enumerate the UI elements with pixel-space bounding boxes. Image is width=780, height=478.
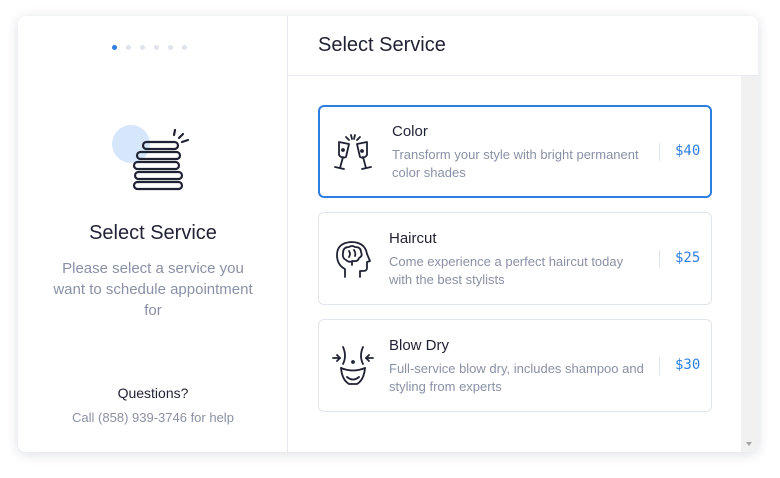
step-dot xyxy=(140,45,145,50)
price-divider xyxy=(659,357,660,375)
sidebar-title: Select Service xyxy=(89,222,217,244)
service-price: $40 xyxy=(675,143,701,159)
step-dot xyxy=(126,45,131,50)
help-phone-text: Call (858) 939-3746 for help xyxy=(72,410,234,425)
service-name: Color xyxy=(392,123,428,140)
service-panel: Select Service Color Transform your styl… xyxy=(288,16,758,452)
step-dot xyxy=(168,45,173,50)
page-title: Select Service xyxy=(318,34,446,56)
service-description: Full-service blow dry, includes shampoo … xyxy=(389,361,644,394)
booking-widget: Select Service Please select a service y… xyxy=(18,16,758,452)
waist-slim-icon xyxy=(332,346,374,385)
sidebar-description: Please select a service you want to sche… xyxy=(53,260,253,319)
champagne-glasses-icon xyxy=(334,134,372,170)
step-sidebar: Select Service Please select a service y… xyxy=(18,16,288,452)
head-brain-icon xyxy=(336,241,371,278)
service-option-blow-dry[interactable]: Blow Dry Full-service blow dry, includes… xyxy=(318,319,712,412)
step-dot xyxy=(154,45,159,50)
step-dot xyxy=(112,45,117,50)
service-name: Haircut xyxy=(389,230,437,247)
service-price: $30 xyxy=(675,357,701,373)
service-name: Blow Dry xyxy=(389,337,450,354)
scroll-down-arrow-icon[interactable] xyxy=(746,442,752,446)
service-option-haircut[interactable]: Haircut Come experience a perfect haircu… xyxy=(318,212,712,305)
price-divider xyxy=(659,143,660,161)
service-option-color[interactable]: Color Transform your style with bright p… xyxy=(318,105,712,198)
scrollbar[interactable] xyxy=(741,76,758,452)
step-progress-dots xyxy=(112,45,187,50)
service-description: Come experience a perfect haircut today … xyxy=(389,254,624,287)
stack-list-icon xyxy=(112,125,190,191)
service-price: $25 xyxy=(675,250,701,266)
panel-header: Select Service xyxy=(288,16,758,76)
price-divider xyxy=(659,250,660,268)
questions-label: Questions? xyxy=(117,385,189,401)
service-list: Color Transform your style with bright p… xyxy=(318,105,712,426)
service-description: Transform your style with bright permane… xyxy=(392,147,639,180)
step-dot xyxy=(182,45,187,50)
